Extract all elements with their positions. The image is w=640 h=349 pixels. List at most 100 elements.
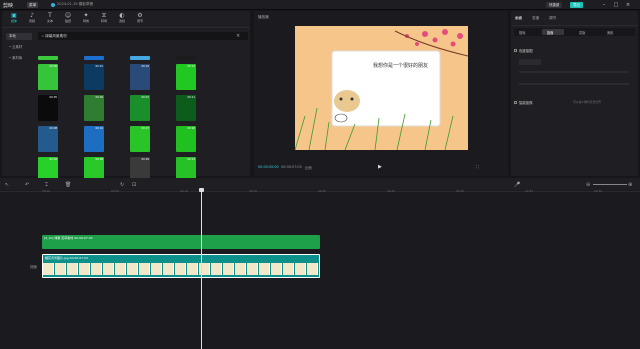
toolbar-adjust-button[interactable]: ⚙ 调节 [132, 12, 148, 26]
ratio-button[interactable]: 比例 [305, 165, 312, 170]
tab-canvas[interactable]: 画面 [515, 16, 522, 21]
toolbar-label: 特效 [82, 19, 89, 23]
media-thumbnail[interactable]: 00:10 [84, 126, 104, 152]
playhead[interactable] [201, 192, 202, 349]
menu-button[interactable]: 菜单 [27, 2, 39, 8]
media-thumbnail[interactable]: 00:12 [176, 64, 196, 90]
media-thumbnail[interactable]: 00:09 [84, 95, 104, 121]
thumbnail-duration: 00:07 [141, 127, 149, 130]
card-text: 我想你是一个很好的朋友 [373, 63, 429, 69]
split-icon[interactable]: ⌶ [45, 182, 48, 188]
sidebar-item-library[interactable]: • 素材库 [6, 55, 32, 62]
main-video-clip[interactable]: 樱花背景图片.jpg 00:00:07:03 [42, 254, 320, 278]
select-tool-icon[interactable]: ↖ [5, 182, 9, 188]
thumbnail-duration: 00:09 [95, 96, 103, 99]
preview-canvas[interactable]: 我想你是一个很好的朋友 [295, 26, 468, 150]
tab-adjust[interactable]: 调节 [549, 16, 556, 21]
subtab-keying[interactable]: 抠像 [547, 30, 553, 35]
thumbnail-duration: 00:10 [95, 127, 103, 130]
media-thumbnail[interactable] [176, 56, 196, 60]
thumbnail-duration: 00:11 [187, 96, 195, 99]
toolbar-sticker-button[interactable]: ☺ 贴纸 [60, 12, 76, 26]
subtab-beauty[interactable]: 美颜 [607, 30, 613, 35]
media-thumbnail[interactable] [38, 56, 58, 60]
thumbnail-duration: 00:08 [95, 158, 103, 161]
ruler-tick: 00:25 [387, 189, 396, 193]
ruler-tick: 00:05 [111, 189, 120, 193]
clip-frame [91, 263, 102, 275]
fullscreen-icon[interactable]: ⛶ [476, 164, 479, 169]
toolbar-filter-button[interactable]: ◐ 滤镜 [114, 12, 130, 26]
media-thumbnail[interactable] [84, 56, 104, 60]
undo-icon[interactable]: ↶ [25, 182, 29, 188]
clip-frame [43, 263, 54, 275]
timeline-panel: [4_1k] 绿幕 花草素材 00:00:07:03 樱花背景图片.jpg 00… [0, 178, 640, 349]
toolbar-text-button[interactable]: T 文本 [42, 12, 58, 26]
filter-icon: ◐ [119, 12, 125, 19]
clip-frame [175, 263, 186, 275]
clip-frame [211, 263, 222, 275]
zoom-out-icon[interactable]: ⊖ [586, 182, 590, 188]
subtab-mask[interactable]: 蒙版 [579, 30, 585, 35]
toolbar-effects-button[interactable]: ✦ 特效 [78, 12, 94, 26]
media-thumbnail[interactable]: 00:06 [176, 126, 196, 152]
clip-frame [247, 263, 258, 275]
maximize-icon[interactable]: □ [612, 1, 620, 9]
smart-keying-option[interactable]: 智能抠像 [519, 100, 533, 105]
adjust-icon: ⚙ [137, 12, 143, 19]
intensity-slider[interactable] [519, 71, 629, 73]
subtab-basic[interactable]: 基础 [519, 30, 525, 35]
toolbar-transition-button[interactable]: ⧖ 转场 [96, 12, 112, 26]
toolbar-audio-button[interactable]: ♪ 音频 [24, 12, 40, 26]
media-thumbnail[interactable]: 00:10 [130, 64, 150, 90]
text-icon: T [48, 12, 52, 19]
player-title: 播放器 [258, 15, 269, 19]
delete-icon[interactable]: 🗑 [65, 182, 71, 188]
green-screen-clip[interactable]: [4_1k] 绿幕 花草素材 00:00:07:03 [42, 235, 320, 249]
media-thumbnail[interactable]: 00:15 [84, 64, 104, 90]
mic-icon[interactable]: 🎤 [514, 182, 520, 188]
shortcut-button[interactable]: 快捷键 [546, 2, 563, 8]
shadow-slider[interactable] [519, 83, 629, 85]
sidebar-item-cloud[interactable]: • 云素材 [6, 44, 32, 51]
thumbnail-duration: 00:06 [49, 65, 57, 68]
clip-frame [103, 263, 114, 275]
sidebar-item-local[interactable]: 本地 [6, 33, 32, 40]
clip-frame [271, 263, 282, 275]
play-icon[interactable]: ▶ [378, 164, 382, 170]
preview-image [295, 26, 468, 150]
zoom-in-icon[interactable]: ⊕ [628, 182, 632, 188]
rotate-icon[interactable]: ↻ [120, 182, 124, 188]
zoom-slider[interactable] [593, 184, 627, 185]
clip-frame [295, 263, 306, 275]
toolbar-label: 调节 [136, 19, 143, 23]
audio-icon: ♪ [30, 12, 34, 19]
thumbnail-duration: 00:09 [141, 158, 149, 161]
total-time: 00:00:07:03 [281, 165, 302, 169]
inspector-panel: 画面 变速 调节 基础 抠像 蒙版 美颜 色度抠图 智能抠像 可以将人物与背景分… [511, 11, 638, 176]
media-thumbnail[interactable]: 00:11 [176, 95, 196, 121]
clip-frame [115, 263, 126, 275]
chroma-key-option[interactable]: 色度抠图 [519, 48, 533, 53]
toolbar-label: 文本 [46, 19, 53, 23]
media-thumbnail[interactable]: 00:05 [38, 95, 58, 121]
minimize-icon[interactable]: – [600, 1, 608, 9]
cover-button[interactable]: 封面 [30, 264, 37, 269]
tab-speed[interactable]: 变速 [532, 16, 539, 21]
media-thumbnail[interactable]: 00:08 [38, 126, 58, 152]
toolbar-media-button[interactable]: ▣ 媒体 [6, 12, 22, 26]
clip-frame [151, 263, 162, 275]
close-icon[interactable]: × [624, 1, 632, 9]
main-clip-label: 樱花背景图片.jpg 00:00:07:03 [45, 256, 88, 260]
clear-search-icon[interactable]: × [236, 33, 240, 39]
media-thumbnail[interactable] [130, 56, 150, 60]
search-input[interactable]: ⌕ 绿幕风景素材 [38, 32, 248, 40]
media-thumbnail[interactable]: 00:06 [38, 64, 58, 90]
media-panel: ▣ 媒体 ♪ 音频 T 文本 ☺ 贴纸 ✦ 特效 ⧖ 转场 ◐ 滤镜 ⚙ 调节 本地 • 云素材 • 素材库 … [2, 11, 250, 183]
media-thumbnail[interactable]: 00:07 [130, 95, 150, 121]
media-thumbnail[interactable]: 00:07 [130, 126, 150, 152]
ruler-tick: 00:40 [594, 189, 603, 193]
clip-frame [187, 263, 198, 275]
crop-icon[interactable]: ⊡ [132, 182, 136, 188]
export-button[interactable]: 导出 [570, 2, 583, 8]
